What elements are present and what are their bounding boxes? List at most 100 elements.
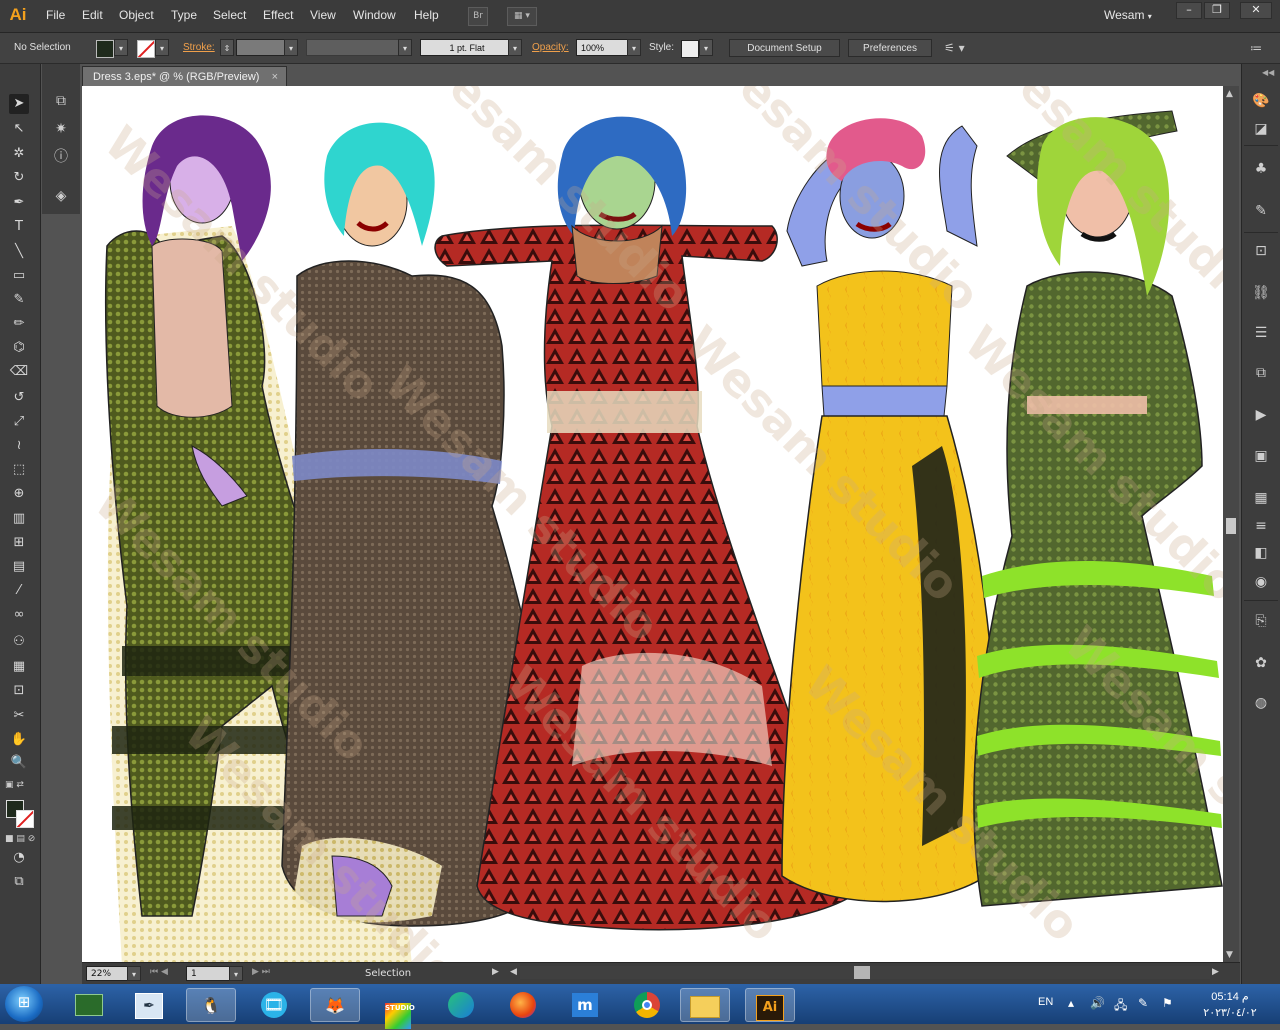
menu-type[interactable]: Type — [171, 8, 197, 22]
pen-tool-icon[interactable]: ✒ — [9, 193, 29, 213]
pen-tool-icon[interactable]: ✒ — [124, 988, 174, 1022]
symbol-sprayer-icon[interactable]: ⚇ — [9, 632, 29, 652]
stroke-swatch[interactable] — [137, 40, 155, 58]
arrange-icon[interactable]: ⚟ ▾ — [944, 41, 965, 55]
panel-menu-icon[interactable]: ≔ — [1250, 41, 1262, 55]
slice-tool-icon[interactable]: ✂ — [9, 706, 29, 726]
blend-tool-icon[interactable]: ∞ — [9, 605, 29, 625]
color-mode-icons[interactable]: ■ ▤ ⊘ — [5, 834, 35, 844]
status-menu-icon[interactable]: ▶ — [492, 967, 499, 977]
stroke-weight-dropdown[interactable]: ▾ — [284, 39, 298, 56]
opacity-field[interactable]: 100% — [576, 39, 628, 56]
preferences-button[interactable]: Preferences — [848, 39, 932, 57]
symbols-panel-icon[interactable]: ✿ — [1250, 652, 1272, 674]
actions-panel-icon[interactable]: ▶ — [1250, 404, 1272, 426]
blob-brush-icon[interactable]: ⌬ — [9, 338, 29, 358]
transparency-panel-icon[interactable]: ⊡ — [1250, 240, 1272, 262]
media-player-icon[interactable]: 🎞 — [249, 988, 299, 1022]
rotate-tool-icon[interactable]: ↺ — [9, 388, 29, 408]
draw-mode-icon[interactable]: ◔ — [9, 848, 29, 868]
edge-icon[interactable] — [436, 988, 486, 1022]
layers-panel-icon[interactable]: ◈ — [50, 185, 72, 207]
close-button[interactable]: ✕ — [1240, 2, 1272, 19]
transform-panel-icon[interactable]: ⧉ — [50, 90, 72, 112]
align-panel-icon[interactable]: ☰ — [1250, 322, 1272, 344]
appearance-panel-icon[interactable]: ✷ — [50, 118, 72, 140]
document-tab[interactable]: Dress 3.eps* @ % (RGB/Preview) × — [82, 66, 287, 87]
photo-app-icon[interactable]: 🐧 — [186, 988, 236, 1022]
studio-icon[interactable]: STUDIO — [373, 988, 423, 1029]
file-explorer-icon[interactable] — [680, 988, 730, 1022]
eraser-icon[interactable]: ⌫ — [9, 362, 29, 382]
menu-help[interactable]: Help — [414, 8, 439, 22]
artboards-panel-icon[interactable]: ▣ — [1250, 445, 1272, 467]
minimize-button[interactable]: – — [1176, 2, 1202, 19]
magic-wand-icon[interactable]: ✲ — [9, 144, 29, 164]
fill-dropdown[interactable]: ▾ — [114, 39, 128, 56]
volume-icon[interactable]: 🔊 — [1090, 996, 1105, 1010]
language-indicator[interactable]: EN — [1038, 996, 1053, 1008]
firefox-icon[interactable] — [498, 988, 548, 1022]
rectangle-tool-icon[interactable]: ▭ — [9, 266, 29, 286]
chrome-icon[interactable] — [622, 988, 672, 1022]
opacity-label[interactable]: Opacity: — [532, 42, 569, 53]
free-transform-icon[interactable]: ⬚ — [9, 460, 29, 480]
network-icon[interactable]: 🖧 — [1114, 996, 1127, 1017]
zoom-tool-icon[interactable]: 🔍 — [9, 753, 29, 773]
brushes-panel-icon[interactable]: ✎ — [1250, 200, 1272, 222]
scroll-left-icon[interactable]: ◀ — [510, 967, 517, 977]
export-panel-icon[interactable]: ⎘ — [1250, 610, 1272, 632]
hand-tool-icon[interactable]: ✋ — [9, 730, 29, 750]
style-dropdown[interactable]: ▾ — [699, 39, 713, 56]
expand-panels-icon[interactable]: ◀◀ — [1262, 68, 1274, 77]
scroll-down-icon[interactable]: ▼ — [1226, 950, 1233, 960]
menu-edit[interactable]: Edit — [82, 8, 103, 22]
pathfinder-panel-icon[interactable]: ⧉ — [1250, 362, 1272, 384]
links-panel-icon[interactable]: ⛓ — [1250, 282, 1272, 304]
brush-dropdown[interactable]: ▾ — [508, 39, 522, 56]
info-panel-icon[interactable]: ⓘ — [50, 146, 72, 168]
warp-tool-icon[interactable]: ≀ — [9, 436, 29, 456]
fill-swatch[interactable] — [96, 40, 114, 58]
menu-file[interactable]: File — [46, 8, 65, 22]
maxon-icon[interactable]: m — [560, 988, 610, 1022]
document-setup-button[interactable]: Document Setup — [729, 39, 840, 57]
arrange-documents-button[interactable]: ▦ ▾ — [507, 7, 537, 26]
gradient-tool-icon[interactable]: ▤ — [9, 557, 29, 577]
horizontal-scroll-thumb[interactable] — [854, 966, 870, 979]
pencil-icon[interactable]: ✏ — [9, 314, 29, 334]
type-tool-icon[interactable]: T — [9, 217, 29, 237]
menu-select[interactable]: Select — [213, 8, 246, 22]
pen-tray-icon[interactable]: ✎ — [1138, 996, 1148, 1010]
opacity-dropdown[interactable]: ▾ — [627, 39, 641, 56]
eyedropper-icon[interactable]: ⁄ — [9, 581, 29, 601]
artboard-canvas[interactable]: Wesam studio Wesam studio Wesam studio W… — [82, 86, 1223, 962]
line-tool-icon[interactable]: ╲ — [9, 242, 29, 262]
scale-tool-icon[interactable]: ⤢ — [9, 412, 29, 432]
variable-width-profile[interactable] — [306, 39, 402, 56]
clock-date[interactable]: ٢٠٢٣/٠٤/٠٢ — [1190, 1006, 1270, 1019]
show-hidden-icons[interactable]: ▴ — [1068, 996, 1074, 1010]
screen-mode-icon[interactable]: ⧉ — [9, 872, 29, 892]
scroll-up-icon[interactable]: ▲ — [1226, 89, 1233, 99]
illustrator-icon[interactable]: Ai — [745, 988, 795, 1022]
vertical-scroll-thumb[interactable] — [1226, 518, 1236, 534]
menu-view[interactable]: View — [310, 8, 336, 22]
selection-tool-icon[interactable]: ➤ — [9, 94, 29, 114]
clock-time[interactable]: 05:14 م — [1200, 990, 1260, 1003]
graph-tool-icon[interactable]: ▦ — [9, 657, 29, 677]
zoom-dropdown[interactable]: ▾ — [127, 966, 141, 981]
stroke-dropdown[interactable]: ▾ — [155, 39, 169, 56]
action-center-icon[interactable]: ⚑ — [1162, 996, 1173, 1010]
menu-window[interactable]: Window — [353, 8, 396, 22]
restore-button[interactable]: ❐ — [1204, 2, 1230, 19]
artboard-dropdown[interactable]: ▾ — [229, 966, 243, 981]
perspective-grid-icon[interactable]: ▥ — [9, 509, 29, 529]
swatches-panel-icon[interactable]: ♣ — [1250, 158, 1272, 180]
grid-panel-icon[interactable]: ▦ — [1250, 487, 1272, 509]
stroke-color-box[interactable] — [16, 810, 34, 828]
workspace-switcher[interactable]: Wesam ▾ — [1104, 8, 1152, 22]
default-colors-icon[interactable]: ▣ ⇄ — [5, 780, 24, 790]
shape-builder-icon[interactable]: ⊕ — [9, 484, 29, 504]
lasso-icon[interactable]: ↻ — [9, 168, 29, 188]
